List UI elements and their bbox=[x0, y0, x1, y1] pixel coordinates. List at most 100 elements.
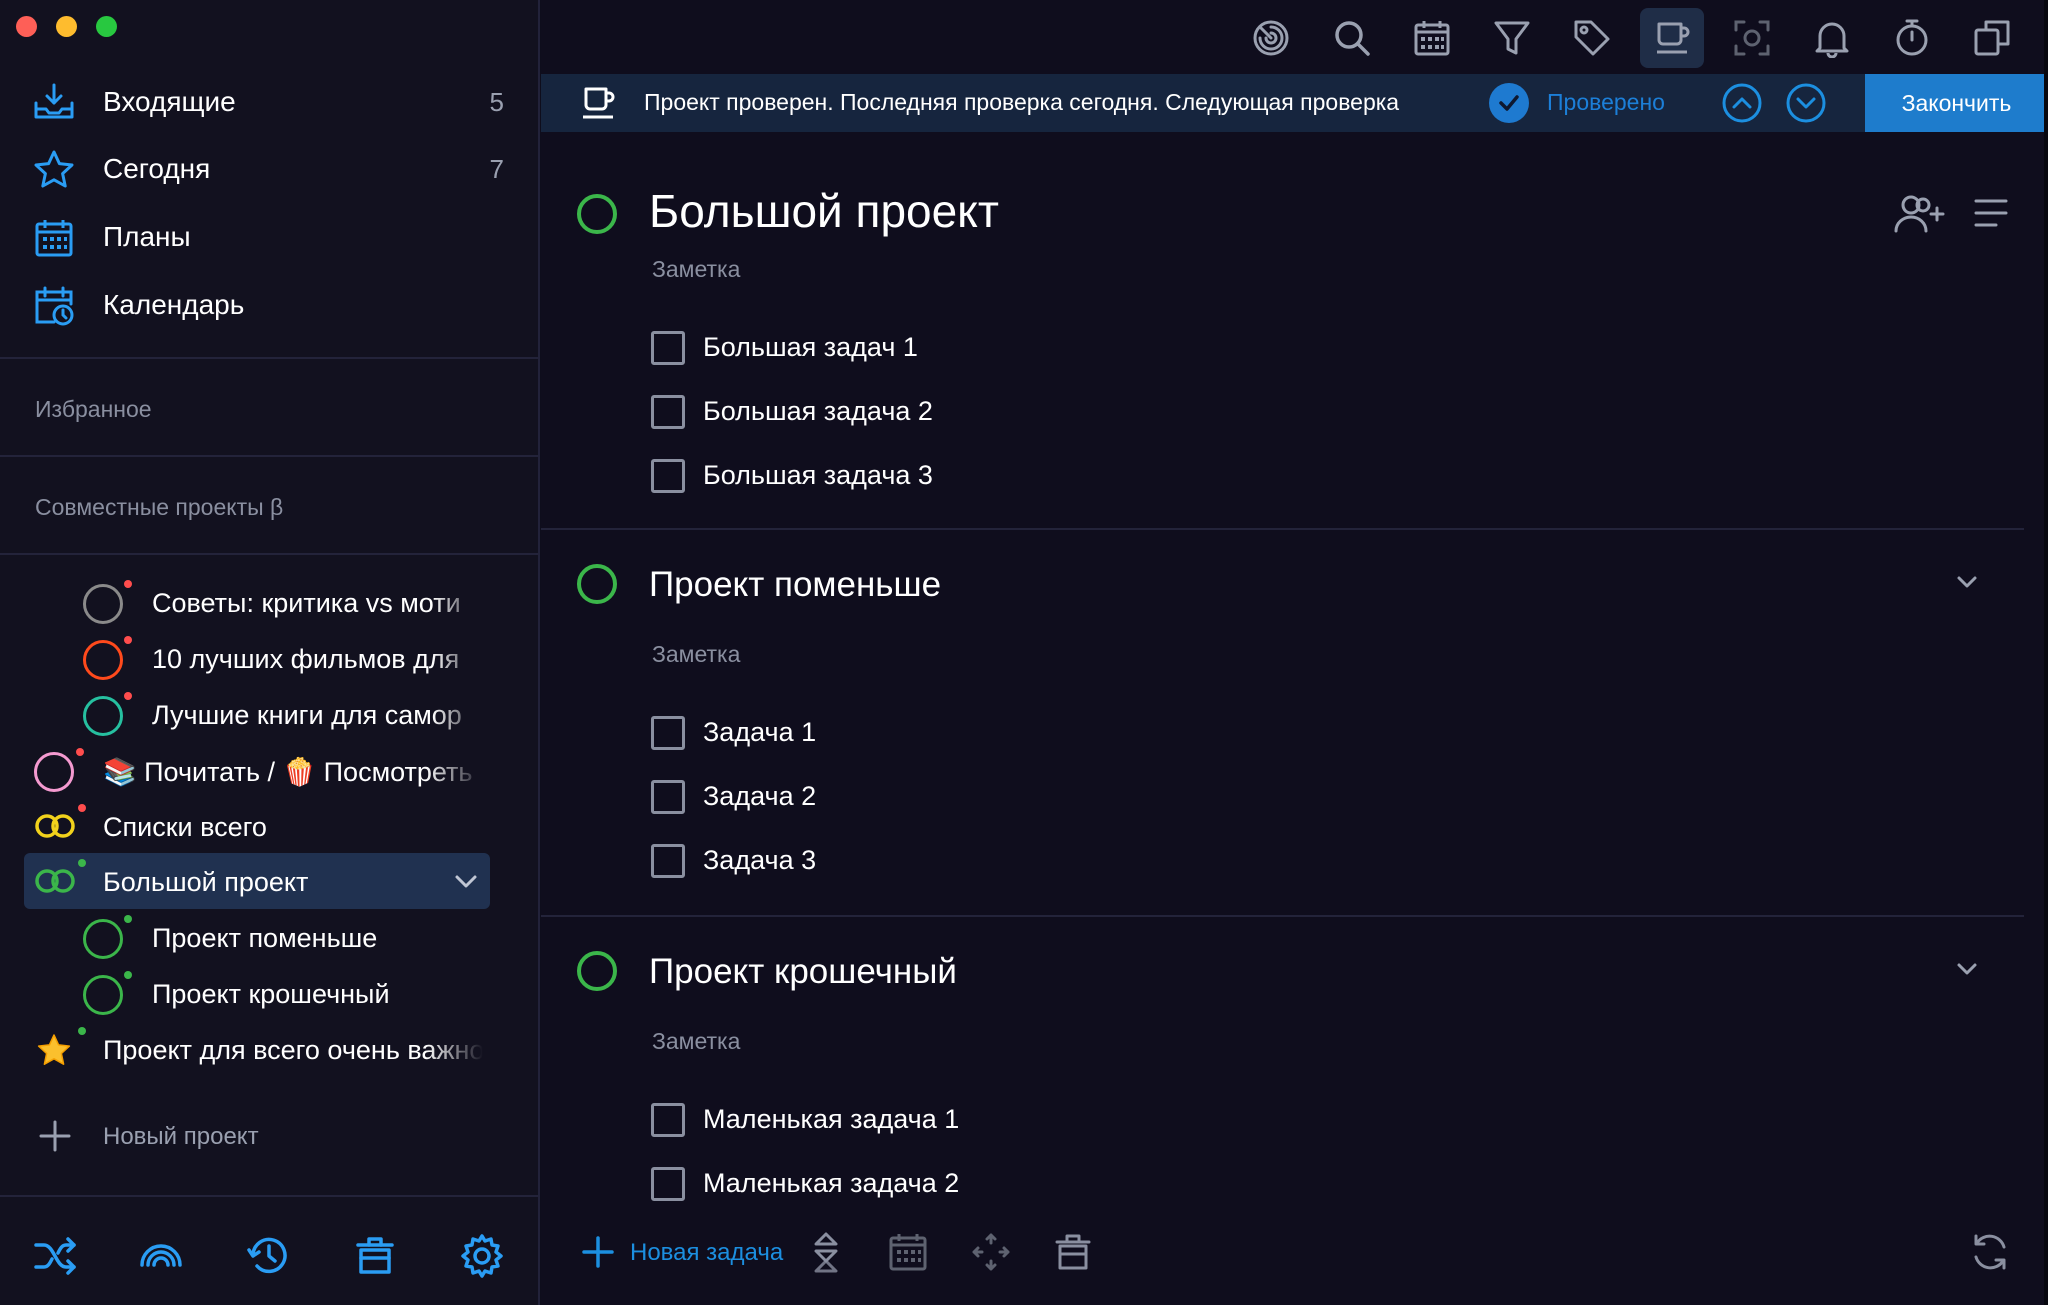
windows-button[interactable] bbox=[1960, 8, 2024, 68]
green-double-ring-icon bbox=[34, 867, 76, 895]
sidebar-item-plans[interactable]: Планы bbox=[0, 206, 540, 270]
task-label: Большая задача 3 bbox=[703, 460, 933, 490]
tags-button[interactable] bbox=[1560, 8, 1624, 68]
task-label: Маленькая задача 1 bbox=[703, 1104, 960, 1134]
project-note[interactable]: Заметка bbox=[652, 1028, 740, 1055]
task-checkbox[interactable] bbox=[651, 1167, 685, 1201]
verified-check-icon[interactable] bbox=[1489, 83, 1529, 123]
calendar-icon[interactable] bbox=[887, 1231, 929, 1273]
settings-gear-icon[interactable] bbox=[459, 1233, 505, 1279]
move-up-down-icon[interactable] bbox=[805, 1231, 847, 1273]
teal-ring-icon bbox=[83, 696, 123, 736]
project-item-selected[interactable]: Большой проект bbox=[0, 853, 540, 909]
next-down-button[interactable] bbox=[1785, 82, 1827, 124]
finish-label: Закончить bbox=[1901, 90, 2012, 116]
calendar-button[interactable] bbox=[1400, 8, 1464, 68]
project-item[interactable]: Списки всего bbox=[0, 798, 540, 854]
search-button[interactable] bbox=[1320, 8, 1384, 68]
inbox-icon bbox=[32, 81, 76, 125]
refresh-icon[interactable] bbox=[1969, 1231, 2011, 1273]
sidebar-item-calendar[interactable]: Календарь bbox=[0, 274, 540, 338]
finish-review-button[interactable]: Закончить bbox=[1865, 74, 2048, 132]
sidebar-item-label: Календарь bbox=[103, 289, 245, 320]
sidebar-divider bbox=[0, 455, 540, 457]
bell-icon bbox=[1815, 22, 1849, 58]
chevron-down-icon[interactable] bbox=[1951, 566, 1983, 598]
history-icon[interactable] bbox=[246, 1233, 292, 1279]
plus-icon[interactable] bbox=[581, 1235, 615, 1269]
project-item-label: Проект поменьше bbox=[152, 923, 378, 953]
star-emoji-icon bbox=[36, 1033, 72, 1069]
task-checkbox[interactable] bbox=[651, 780, 685, 814]
task-label: Большая задача 2 bbox=[703, 396, 933, 426]
project-item[interactable]: Лучшие книги для самор bbox=[0, 686, 540, 742]
task-label: Большая задач 1 bbox=[703, 332, 918, 362]
project-status-ring[interactable] bbox=[577, 951, 617, 991]
search-icon bbox=[1335, 21, 1370, 56]
project-item[interactable]: Проект крошечный bbox=[0, 965, 540, 1021]
project-item[interactable]: 📚 Почитать / 🍿 Посмотреть bbox=[0, 742, 540, 798]
task-checkbox[interactable] bbox=[651, 844, 685, 878]
project-status-ring[interactable] bbox=[577, 194, 617, 234]
sidebar-item-label: Планы bbox=[103, 221, 191, 252]
new-task-button[interactable]: Новая задача bbox=[630, 1239, 783, 1267]
project-item[interactable]: Проект для всего очень важного bbox=[0, 1021, 540, 1077]
unread-dot bbox=[78, 804, 86, 812]
calendar-clock-icon bbox=[32, 284, 76, 328]
notifications-button[interactable] bbox=[1800, 8, 1864, 68]
chevron-down-icon[interactable] bbox=[1951, 953, 1983, 985]
task-checkbox[interactable] bbox=[651, 1103, 685, 1137]
move-arrows-icon[interactable] bbox=[970, 1231, 1012, 1273]
focus-button[interactable] bbox=[1720, 8, 1784, 68]
chevron-down-circle-icon bbox=[1786, 83, 1826, 123]
project-title[interactable]: Проект крошечный bbox=[649, 952, 957, 992]
stopwatch-icon bbox=[1896, 19, 1928, 56]
minimize-window-button[interactable] bbox=[56, 16, 77, 37]
status-dot bbox=[124, 915, 132, 923]
sidebar-item-inbox[interactable]: Входящие 5 bbox=[0, 71, 540, 135]
task-label: Маленькая задача 2 bbox=[703, 1168, 960, 1198]
timer-button[interactable] bbox=[1880, 8, 1944, 68]
unread-dot bbox=[124, 580, 132, 588]
verified-label[interactable]: Проверено bbox=[1547, 89, 1665, 116]
project-section: Проект крошечный Заметка Маленькая задач… bbox=[541, 917, 2024, 1215]
project-item[interactable]: 10 лучших фильмов для bbox=[0, 630, 540, 686]
task-label: Задача 3 bbox=[703, 845, 817, 875]
review-button[interactable] bbox=[1640, 8, 1704, 68]
shuffle-icon[interactable] bbox=[32, 1233, 78, 1279]
project-item-label: Списки всего bbox=[103, 812, 267, 842]
favorites-section-label[interactable]: Избранное bbox=[35, 396, 152, 423]
sidebar-item-today[interactable]: Сегодня 7 bbox=[0, 138, 540, 202]
window-edge bbox=[2044, 0, 2048, 1305]
today-count-badge: 7 bbox=[489, 154, 504, 184]
chevron-down-icon[interactable] bbox=[452, 869, 480, 893]
menu-icon[interactable] bbox=[1973, 196, 2009, 230]
trash-icon[interactable] bbox=[352, 1233, 398, 1279]
project-note[interactable]: Заметка bbox=[652, 256, 740, 283]
status-dot bbox=[78, 1027, 86, 1035]
radar-button[interactable] bbox=[1239, 8, 1303, 68]
close-window-button[interactable] bbox=[16, 16, 37, 37]
trash-icon[interactable] bbox=[1052, 1231, 1094, 1273]
project-item-label: Советы: критика vs моти bbox=[152, 588, 461, 618]
project-note[interactable]: Заметка bbox=[652, 641, 740, 668]
project-item[interactable]: Советы: критика vs моти bbox=[0, 574, 540, 630]
add-person-icon[interactable] bbox=[1893, 194, 1945, 234]
zoom-window-button[interactable] bbox=[96, 16, 117, 37]
unread-dot bbox=[76, 748, 84, 756]
task-checkbox[interactable] bbox=[651, 459, 685, 493]
task-checkbox[interactable] bbox=[651, 331, 685, 365]
previous-up-button[interactable] bbox=[1721, 82, 1763, 124]
project-status-ring[interactable] bbox=[577, 564, 617, 604]
filter-button[interactable] bbox=[1480, 8, 1544, 68]
sidebar-divider bbox=[0, 553, 540, 555]
sync-wifi-icon[interactable] bbox=[138, 1233, 184, 1279]
task-checkbox[interactable] bbox=[651, 395, 685, 429]
plus-icon bbox=[36, 1117, 74, 1155]
project-item[interactable]: Проект поменьше bbox=[0, 909, 540, 965]
unread-dot bbox=[124, 692, 132, 700]
project-title[interactable]: Проект поменьше bbox=[649, 565, 941, 605]
task-checkbox[interactable] bbox=[651, 716, 685, 750]
project-title[interactable]: Большой проект bbox=[649, 184, 999, 238]
shared-projects-section-label[interactable]: Совместные проекты β bbox=[35, 494, 283, 521]
